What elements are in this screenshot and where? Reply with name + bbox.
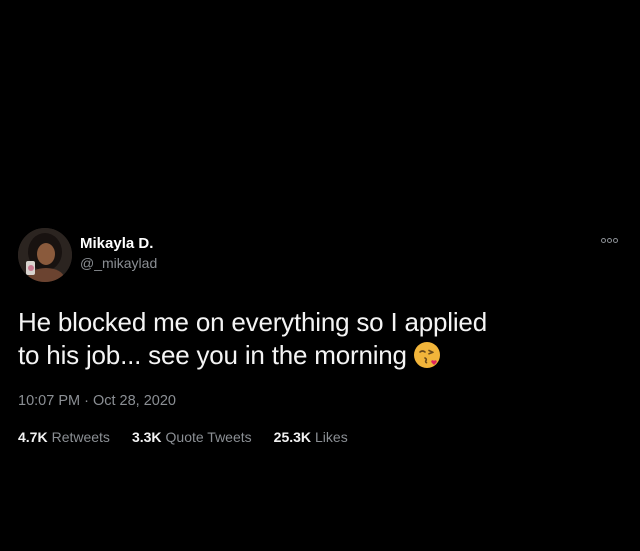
tweet-text: He blocked me on everything so I applied… [18, 306, 622, 377]
face-blowing-a-kiss-icon [413, 341, 441, 377]
display-name[interactable]: Mikayla D. [80, 235, 157, 253]
tweet-text-line-2: to his job... see you in the morning [18, 340, 407, 370]
likes-stat[interactable]: 25.3K Likes [274, 429, 348, 445]
retweets-count: 4.7K [18, 429, 48, 445]
quote-tweets-label: Quote Tweets [165, 429, 252, 445]
tweet-stats: 4.7K Retweets 3.3K Quote Tweets 25.3K Likes [18, 429, 622, 445]
quote-tweets-count: 3.3K [131, 429, 162, 445]
tweet-timestamp[interactable]: 10:07 PM · Oct 28, 2020 [18, 393, 622, 409]
quote-tweets-stat[interactable]: 3.3K Quote Tweets [132, 429, 252, 445]
tweet-card: Mikayla D. @_mikaylad He blocked me on e… [18, 228, 622, 445]
retweets-label: Retweets [51, 429, 110, 445]
more-options-icon[interactable] [601, 238, 618, 243]
likes-label: Likes [315, 429, 348, 445]
avatar-image [18, 228, 72, 282]
likes-count: 25.3K [273, 429, 312, 445]
tweet-author: Mikayla D. @_mikaylad [80, 235, 157, 272]
avatar[interactable] [18, 228, 72, 282]
tweet-header: Mikayla D. @_mikaylad [18, 228, 622, 286]
retweets-stat[interactable]: 4.7K Retweets [18, 429, 110, 445]
tweet-text-line-1: He blocked me on everything so I applied [18, 307, 487, 337]
tweet-text-line-2-wrap: to his job... see you in the morning [18, 339, 622, 377]
user-handle[interactable]: @_mikaylad [80, 254, 157, 272]
